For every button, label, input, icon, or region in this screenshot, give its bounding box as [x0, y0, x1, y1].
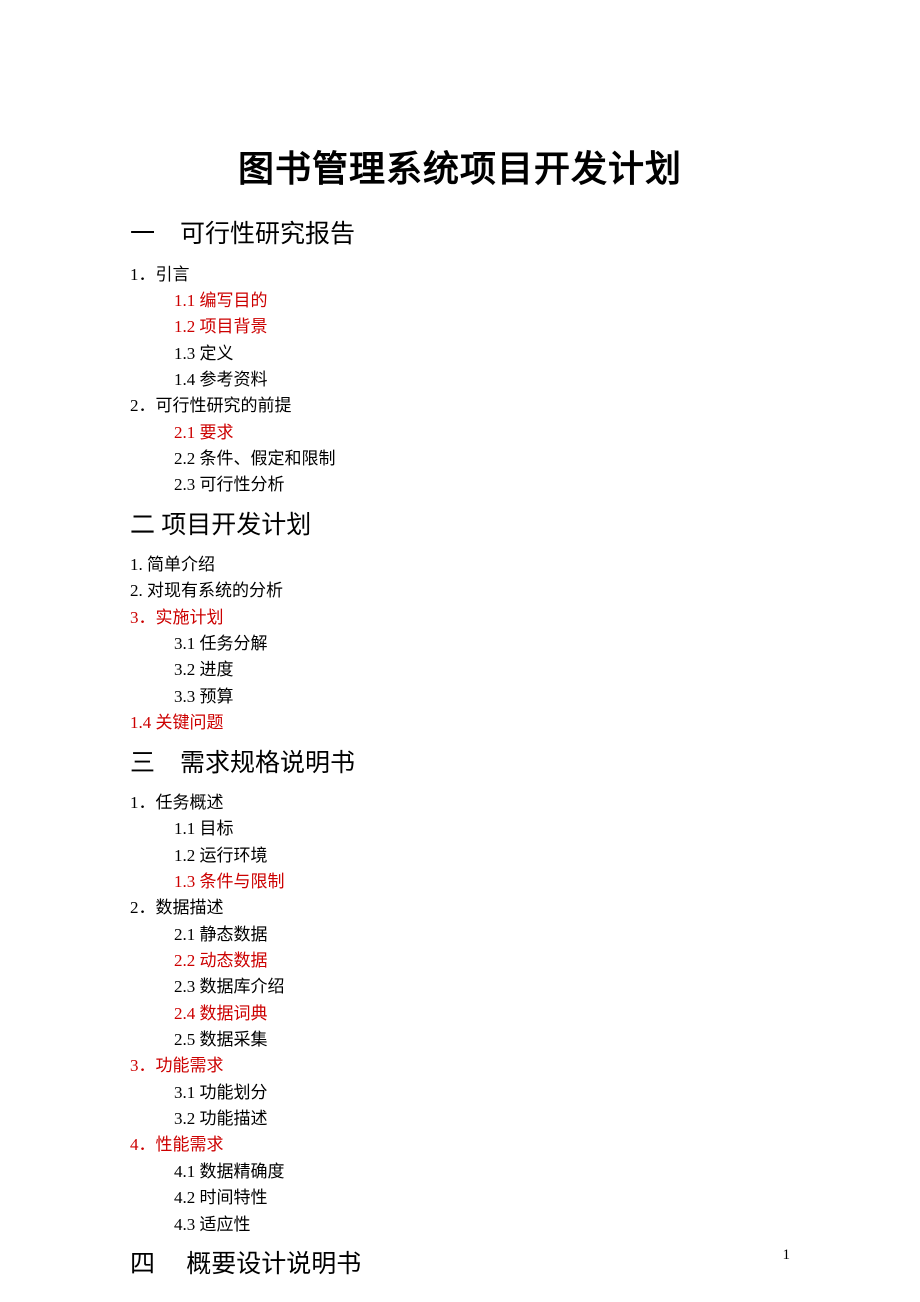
- toc-entry: 4．性能需求: [130, 1132, 790, 1158]
- toc-entry: 2．数据描述: [130, 895, 790, 921]
- toc-entry: 1.1 编写目的: [174, 288, 790, 314]
- document-title: 图书管理系统项目开发计划: [130, 140, 790, 192]
- toc-entry: 2.4 数据词典: [174, 1001, 790, 1027]
- toc-entry: 4.2 时间特性: [174, 1185, 790, 1211]
- toc-entry: 3.2 进度: [174, 657, 790, 683]
- page-number: 1: [783, 1247, 791, 1264]
- table-of-contents: 一 可行性研究报告 1．引言1.1 编写目的1.2 项目背景1.3 定义1.4 参…: [130, 216, 790, 1283]
- toc-entry: 2．可行性研究的前提: [130, 393, 790, 419]
- toc-entry: 2.3 数据库介绍: [174, 974, 790, 1000]
- toc-entry: 2.5 数据采集: [174, 1027, 790, 1053]
- toc-entry: 4.3 适应性: [174, 1212, 790, 1238]
- toc-entry: 3.1 功能划分: [174, 1080, 790, 1106]
- section-heading: 一 可行性研究报告: [130, 216, 790, 254]
- toc-entry: 1.3 定义: [174, 341, 790, 367]
- toc-entry: 1．引言: [130, 262, 790, 288]
- toc-entry: 1.3 条件与限制: [174, 869, 790, 895]
- toc-entry: 1.2 项目背景: [174, 314, 790, 340]
- toc-entry: 1.4 关键问题: [130, 710, 790, 736]
- section-heading: 二 项目开发计划: [130, 507, 790, 545]
- toc-entry: 1.4 参考资料: [174, 367, 790, 393]
- toc-entry: 2.3 可行性分析: [174, 472, 790, 498]
- toc-entry: 4.1 数据精确度: [174, 1159, 790, 1185]
- toc-entry: 1．任务概述: [130, 790, 790, 816]
- toc-entry: 2.2 条件、假定和限制: [174, 446, 790, 472]
- toc-entry: 2.1 要求: [174, 420, 790, 446]
- toc-entry: 3.2 功能描述: [174, 1106, 790, 1132]
- toc-entry: 3.1 任务分解: [174, 631, 790, 657]
- toc-entry: 1.1 目标: [174, 816, 790, 842]
- toc-entry: 2. 对现有系统的分析: [130, 578, 790, 604]
- toc-entry: 3.3 预算: [174, 684, 790, 710]
- toc-entry: 3．实施计划: [130, 605, 790, 631]
- toc-entry: 1.2 运行环境: [174, 843, 790, 869]
- toc-entry: 2.2 动态数据: [174, 948, 790, 974]
- toc-entry: 2.1 静态数据: [174, 922, 790, 948]
- section-heading: 三 需求规格说明书: [130, 745, 790, 783]
- toc-entry: 3．功能需求: [130, 1053, 790, 1079]
- section-heading: 四 概要设计说明书: [130, 1246, 790, 1284]
- toc-entry: 1. 简单介绍: [130, 552, 790, 578]
